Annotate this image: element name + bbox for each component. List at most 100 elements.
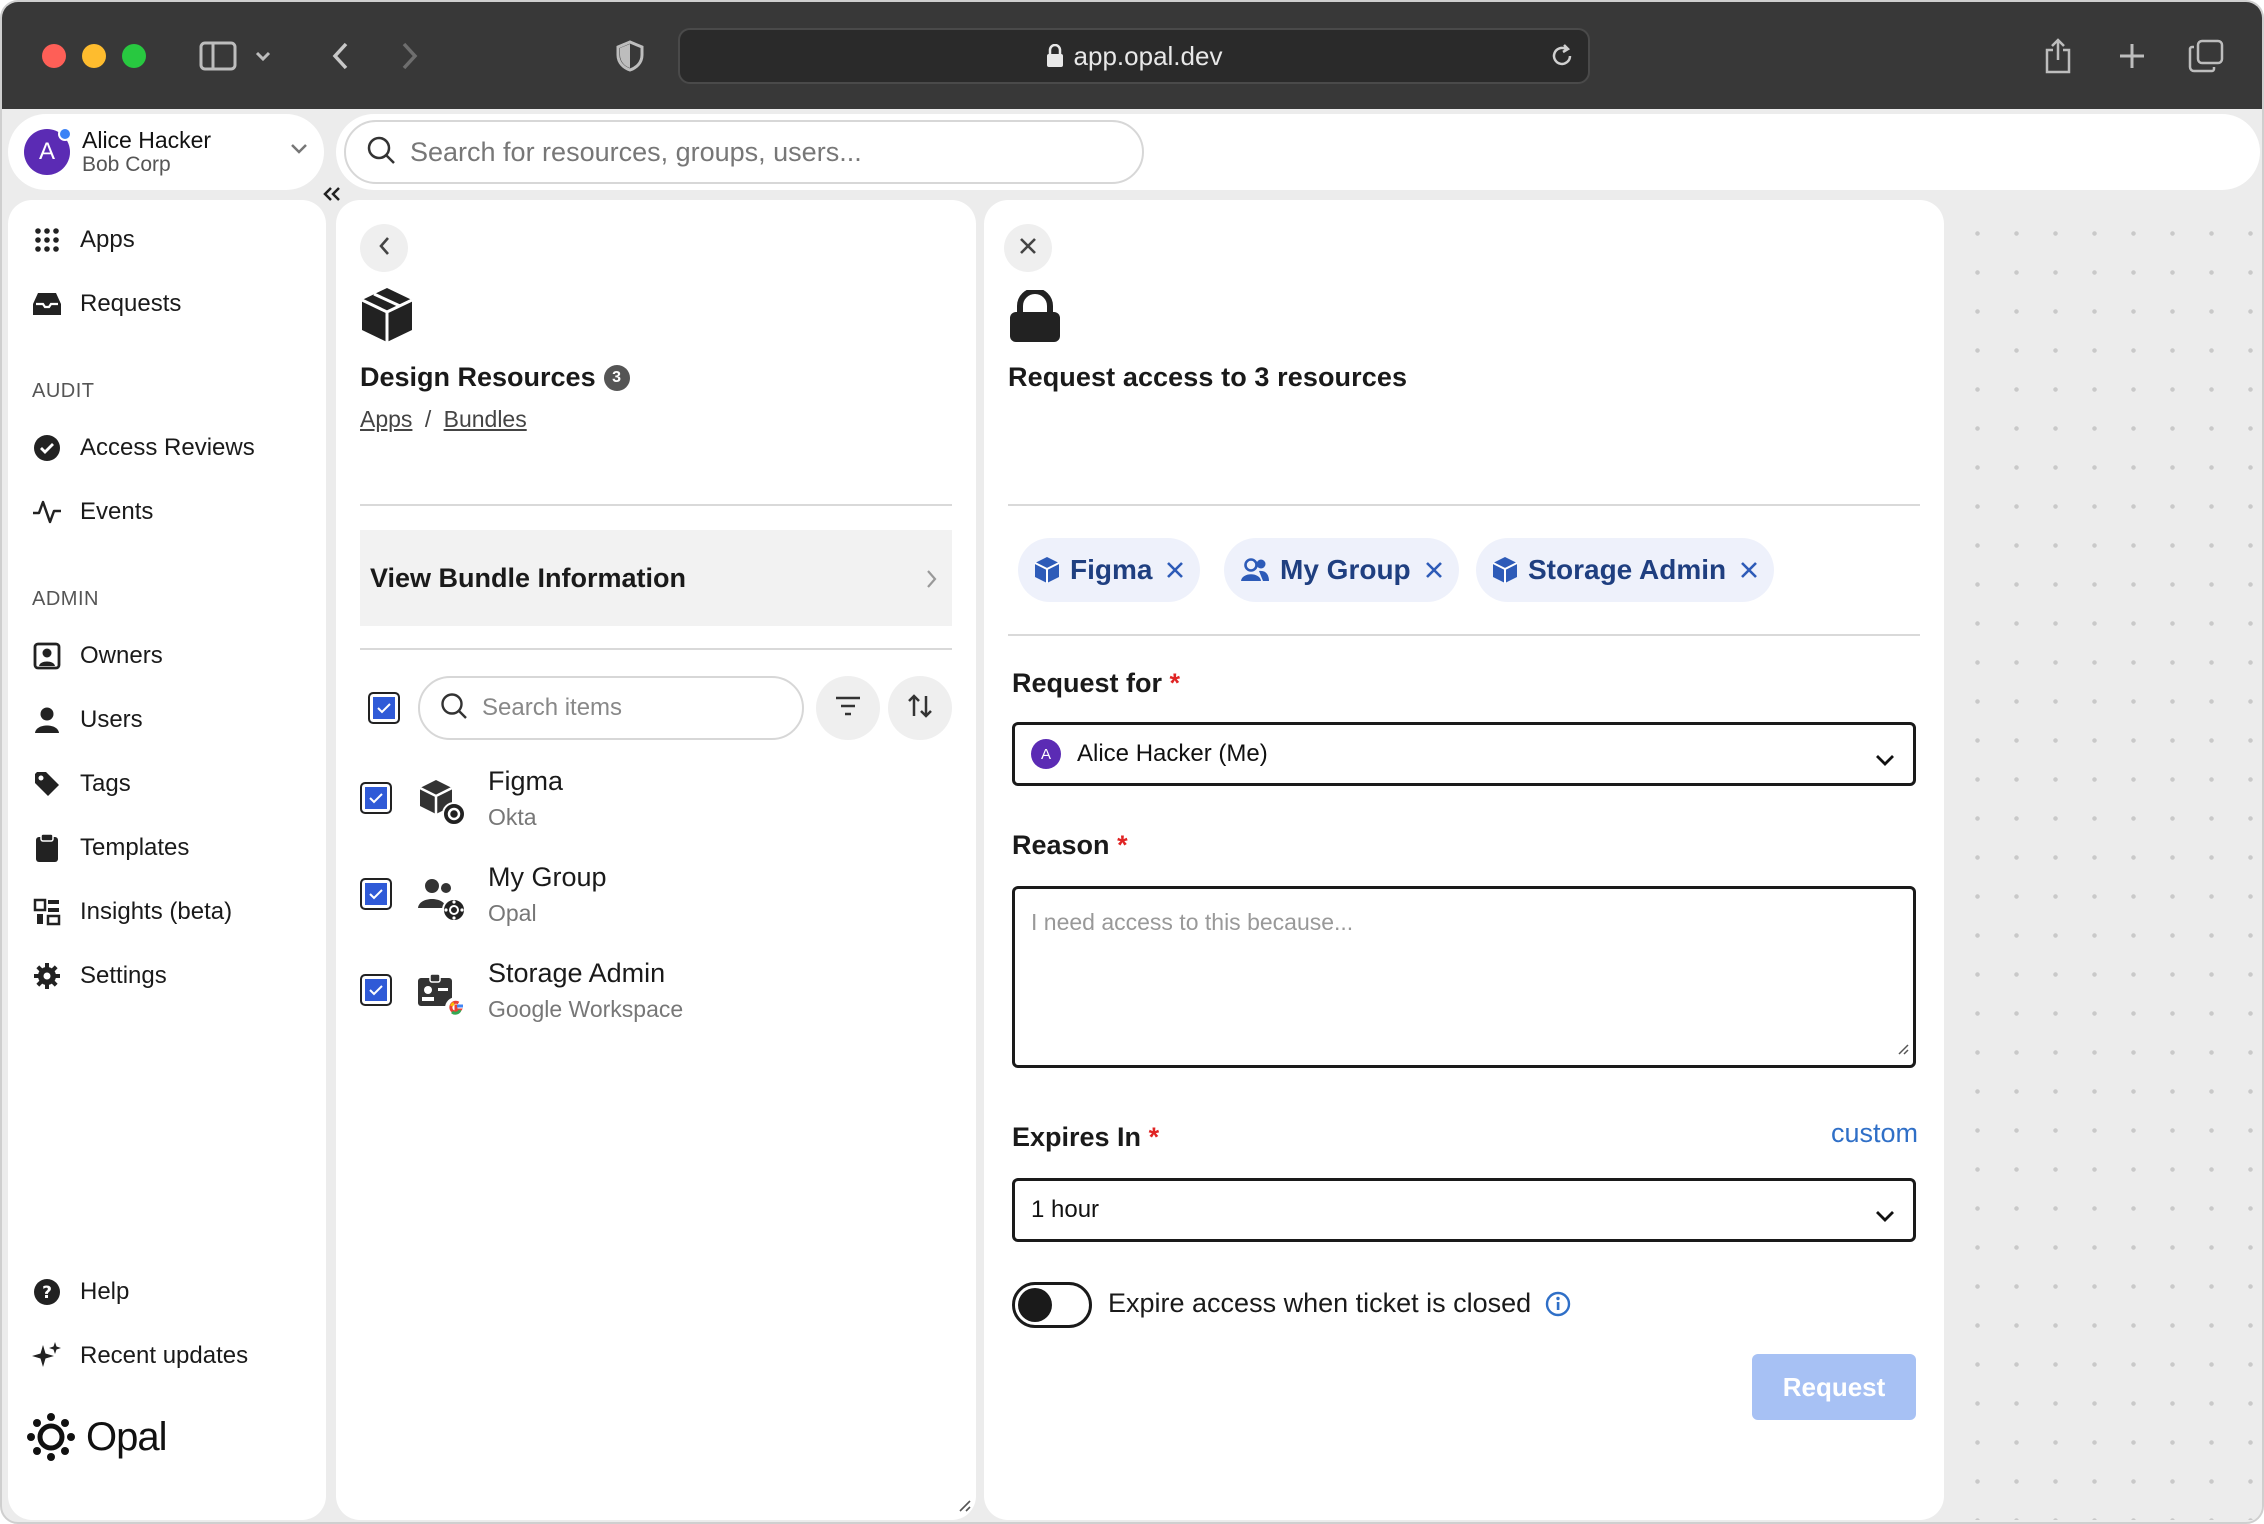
request-for-label-text: Request for: [1012, 668, 1163, 698]
remove-chip-button[interactable]: [1740, 561, 1758, 579]
breadcrumb-bundles[interactable]: Bundles: [444, 406, 527, 432]
global-search-input[interactable]: Search for resources, groups, users...: [344, 120, 1144, 184]
new-tab-icon[interactable]: [2108, 32, 2156, 80]
resize-handle-icon[interactable]: [956, 1497, 972, 1518]
sidebar-item-users[interactable]: Users: [30, 698, 143, 742]
divider: [1008, 504, 1920, 506]
sidebar-item-label: Users: [80, 706, 143, 733]
avatar: A: [24, 127, 72, 175]
view-bundle-info-button[interactable]: View Bundle Information: [360, 530, 952, 626]
sidebar-item-label: Owners: [80, 642, 163, 669]
info-icon[interactable]: [1545, 1291, 1571, 1317]
section-label-admin: ADMIN: [32, 588, 99, 610]
close-button[interactable]: [1004, 224, 1052, 272]
custom-duration-link[interactable]: custom: [1831, 1118, 1918, 1149]
back-button[interactable]: [360, 224, 408, 272]
minimize-window-button[interactable]: [82, 44, 106, 68]
reason-textarea[interactable]: I need access to this because...: [1012, 886, 1916, 1068]
sidebar-item-settings[interactable]: Settings: [30, 954, 167, 998]
chevron-down-icon: [1875, 1201, 1895, 1229]
sidebar-icon[interactable]: [194, 32, 242, 80]
gear-icon: [30, 959, 64, 993]
breadcrumb-separator: /: [424, 406, 432, 432]
opal-logo[interactable]: Opal: [26, 1412, 167, 1462]
tabs-icon[interactable]: [2182, 32, 2230, 80]
expires-select[interactable]: 1 hour: [1012, 1178, 1916, 1242]
browser-titlebar: app.opal.dev: [2, 2, 2262, 109]
sidebar-item-apps[interactable]: Apps: [30, 218, 135, 262]
selected-chip-figma: Figma: [1018, 538, 1201, 602]
bundle-title: Design Resources 3: [360, 362, 630, 393]
lock-icon: [1008, 288, 1062, 349]
bundle-icon: [360, 286, 414, 349]
sidebar-item-insights[interactable]: Insights (beta): [30, 890, 232, 934]
item-name: Storage Admin: [488, 958, 666, 988]
toggle-knob: [1018, 1288, 1052, 1322]
share-icon[interactable]: [2034, 32, 2082, 80]
address-bar[interactable]: app.opal.dev: [678, 28, 1590, 84]
group-opal-icon: [416, 872, 468, 924]
chip-label: My Group: [1280, 554, 1411, 585]
expire-on-close-toggle[interactable]: [1012, 1282, 1092, 1328]
sidebar-item-tags[interactable]: Tags: [30, 762, 131, 806]
owner-icon: [30, 639, 64, 673]
request-panel: Request access to 3 resources Figma My G…: [984, 200, 1944, 1520]
sort-button[interactable]: [888, 676, 952, 740]
sidebar-item-label: Tags: [80, 770, 131, 797]
url-text: app.opal.dev: [1073, 40, 1223, 71]
sidebar-item-label: Events: [80, 498, 154, 525]
expires-label: Expires In *: [1012, 1122, 1159, 1153]
list-item[interactable]: Storage Admin Google Workspace: [360, 954, 940, 1034]
sidebar-item-access-reviews[interactable]: Access Reviews: [30, 426, 255, 470]
item-search-input[interactable]: Search items: [418, 676, 804, 740]
resource-okta-icon: [416, 776, 468, 828]
resize-handle-icon[interactable]: [1896, 1035, 1910, 1062]
tag-icon: [30, 767, 64, 801]
reason-label-text: Reason: [1012, 830, 1110, 860]
select-all-checkbox[interactable]: [368, 692, 400, 724]
view-bundle-info-label: View Bundle Information: [370, 562, 687, 593]
avatar-initial: A: [38, 138, 55, 165]
breadcrumb-apps[interactable]: Apps: [360, 406, 412, 432]
sidebar-item-recent-updates[interactable]: Recent updates: [30, 1334, 248, 1378]
reason-label: Reason *: [1012, 830, 1128, 861]
item-checkbox[interactable]: [360, 974, 392, 1006]
back-icon[interactable]: [316, 32, 364, 80]
reload-icon[interactable]: [1548, 42, 1576, 77]
request-submit-button[interactable]: Request: [1752, 1354, 1916, 1420]
list-item[interactable]: Figma Okta: [360, 762, 940, 842]
forward-icon[interactable]: [386, 32, 434, 80]
account-switcher[interactable]: A Alice Hacker Bob Corp: [8, 114, 324, 190]
item-checkbox[interactable]: [360, 782, 392, 814]
close-window-button[interactable]: [42, 44, 66, 68]
opal-logo-icon: [27, 1413, 75, 1461]
request-for-value: Alice Hacker (Me): [1077, 740, 1268, 767]
item-checkbox[interactable]: [360, 878, 392, 910]
collapse-sidebar-button[interactable]: [318, 180, 346, 208]
sidebar-item-requests[interactable]: Requests: [30, 282, 181, 326]
sidebar-item-events[interactable]: Events: [30, 490, 153, 534]
sidebar-item-label: Insights (beta): [80, 898, 233, 925]
sidebar-item-templates[interactable]: Templates: [30, 826, 189, 870]
clipboard-icon: [30, 831, 64, 865]
remove-chip-button[interactable]: [1166, 561, 1184, 579]
chevron-down-icon[interactable]: [248, 32, 278, 80]
close-icon: [1018, 236, 1038, 261]
activity-icon: [30, 495, 64, 529]
filter-button[interactable]: [816, 676, 880, 740]
maximize-window-button[interactable]: [122, 44, 146, 68]
list-item[interactable]: My Group Opal: [360, 858, 940, 938]
expires-value: 1 hour: [1031, 1196, 1100, 1223]
sidebar: Apps Requests AUDIT Access Reviews Event…: [8, 200, 326, 1520]
request-for-select[interactable]: A Alice Hacker (Me): [1012, 722, 1916, 786]
grid-icon: [30, 223, 64, 257]
sidebar-item-help[interactable]: ? Help: [30, 1270, 129, 1314]
shield-icon[interactable]: [606, 32, 654, 80]
chip-label: Storage Admin: [1528, 554, 1727, 585]
avatar: A: [1031, 739, 1061, 769]
count-badge: 3: [603, 364, 630, 391]
sidebar-item-owners[interactable]: Owners: [30, 634, 163, 678]
logo-text: Opal: [86, 1414, 167, 1459]
sparkle-icon: [30, 1339, 64, 1373]
remove-chip-button[interactable]: [1425, 561, 1443, 579]
